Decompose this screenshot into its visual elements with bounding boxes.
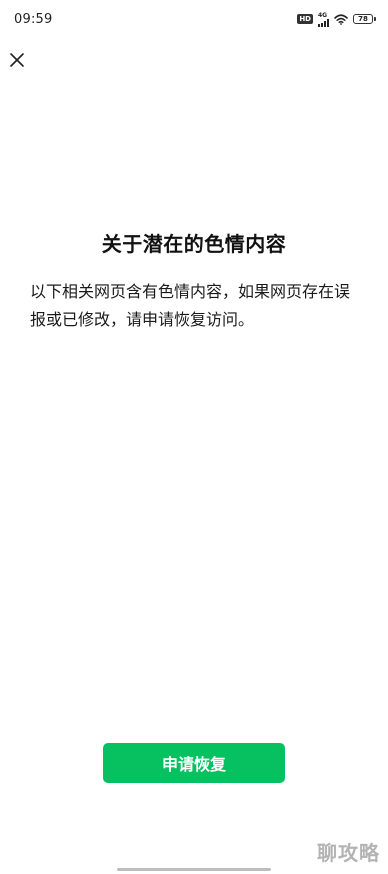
home-indicator[interactable] (117, 868, 271, 871)
network-type: 4G (318, 11, 328, 19)
notice-title: 关于潜在的色情内容 (101, 232, 287, 256)
battery-icon: 78 (353, 14, 376, 24)
screen: 09:59 HD 4G 78 关于潜在的色情内容 以下相关网页含有色情内容，如果… (0, 0, 388, 874)
hd-badge: HD (297, 14, 313, 24)
close-button[interactable] (5, 48, 29, 72)
notice-description: 以下相关网页含有色情内容，如果网页存在误报或已修改，请申请恢复访问。 (30, 282, 351, 329)
watermark: 聊攻略 (317, 841, 380, 865)
status-bar: 09:59 HD 4G 78 (0, 0, 388, 38)
cellular-indicator: 4G (318, 12, 329, 27)
battery-level: 78 (353, 14, 373, 24)
request-restore-button[interactable]: 申请恢复 (103, 743, 285, 783)
signal-icon (318, 18, 329, 27)
status-time: 09:59 (14, 11, 53, 27)
close-icon (10, 53, 24, 67)
status-icons: HD 4G 78 (297, 12, 376, 27)
wifi-icon (334, 13, 348, 25)
